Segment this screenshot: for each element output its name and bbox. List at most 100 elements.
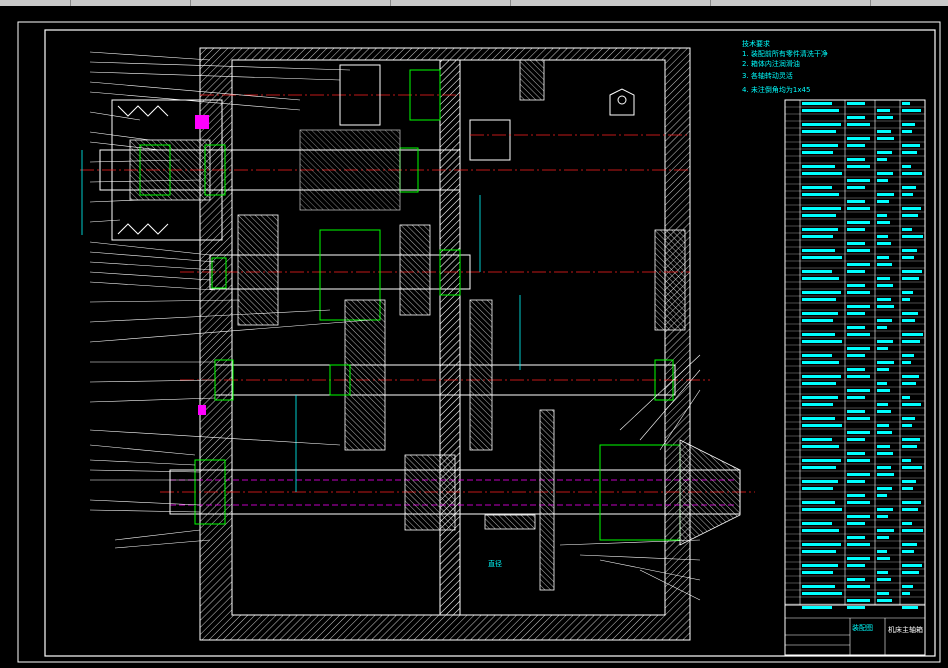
table-cell-text <box>877 389 890 392</box>
table-cell-text <box>802 298 836 301</box>
table-cell-text <box>902 445 917 448</box>
table-cell-text <box>902 354 914 357</box>
table-cell-text <box>802 396 838 399</box>
table-cell-text <box>802 487 833 490</box>
table-cell-text <box>902 144 920 147</box>
dimension-label: 直径 <box>488 559 502 568</box>
table-cell-text <box>802 214 836 217</box>
table-cell-text <box>847 284 865 287</box>
table-cell-text <box>802 438 832 441</box>
table-cell-text <box>802 109 839 112</box>
table-cell-text <box>877 151 892 154</box>
table-cell-text <box>847 494 865 497</box>
table-cell-text <box>902 529 923 532</box>
table-cell-text <box>802 256 842 259</box>
table-cell-text <box>877 158 887 161</box>
table-cell-text <box>902 487 913 490</box>
table-cell-text <box>847 396 865 399</box>
title-block-note: 装配图 <box>852 623 873 632</box>
table-cell-text <box>877 487 892 490</box>
table-cell-text <box>902 207 921 210</box>
table-cell-text <box>877 130 891 133</box>
gearbox-housing <box>199 47 691 641</box>
table-cell-text <box>847 501 870 504</box>
table-cell-text <box>877 179 888 182</box>
table-cell-text <box>802 543 841 546</box>
table-cell-text <box>847 417 870 420</box>
table-cell-text <box>902 585 913 588</box>
tech-note-title: 技术要求 <box>742 39 770 48</box>
table-cell-text <box>902 277 919 280</box>
table-cell-text <box>847 473 870 476</box>
table-cell-text <box>802 207 841 210</box>
table-cell-text <box>902 438 920 441</box>
table-cell-text <box>877 368 889 371</box>
table-cell-text <box>802 277 839 280</box>
table-cell-text <box>847 137 870 140</box>
table-cell-text <box>847 410 865 413</box>
table-cell-text <box>847 333 870 336</box>
table-cell-text <box>877 550 887 553</box>
drawing-name: 机床主轴箱 <box>888 625 923 634</box>
table-cell-text <box>877 305 894 308</box>
table-cell-text <box>877 193 894 196</box>
table-cell-text <box>902 186 916 189</box>
table-cell-text <box>877 578 891 581</box>
table-cell-text <box>847 102 865 105</box>
table-cell-text <box>847 326 865 329</box>
table-cell-text <box>877 529 894 532</box>
table-cell-text <box>877 424 889 427</box>
table-cell-text <box>877 284 893 287</box>
table-cell-text <box>802 417 835 420</box>
table-cell-text <box>847 249 870 252</box>
table-cell-text <box>802 592 842 595</box>
table-cell-text <box>802 466 836 469</box>
table-cell-text <box>847 522 865 525</box>
table-cell-text <box>902 151 917 154</box>
table-cell-text <box>847 515 870 518</box>
table-cell-text <box>847 347 870 350</box>
table-cell-text <box>877 382 887 385</box>
table-cell-text <box>802 130 836 133</box>
table-cell-text <box>877 340 893 343</box>
table-cell-text <box>847 263 870 266</box>
table-cell-text <box>847 438 865 441</box>
table-cell-text <box>802 564 838 567</box>
drawing-canvas: 技术要求 1. 装配前所有零件清洗干净 2. 箱体内注润滑油 3. 各轴转动灵活… <box>17 21 941 663</box>
table-cell-text <box>877 571 888 574</box>
table-cell-text <box>877 172 893 175</box>
table-cell-text <box>902 319 915 322</box>
table-cell-text <box>847 165 870 168</box>
table-cell-text <box>877 221 890 224</box>
table-cell-text <box>902 298 910 301</box>
table-cell-text <box>902 228 912 231</box>
table-cell-text <box>877 494 887 497</box>
table-cell-text <box>877 452 893 455</box>
table-cell-text <box>847 452 865 455</box>
table-cell-text <box>902 361 911 364</box>
table-cell-text <box>802 319 833 322</box>
cad-drawing-viewer[interactable]: 技术要求 1. 装配前所有零件清洗干净 2. 箱体内注润滑油 3. 各轴转动灵活… <box>0 0 948 668</box>
table-cell-text <box>847 354 865 357</box>
table-cell-text <box>847 242 865 245</box>
table-cell-text <box>802 186 832 189</box>
table-cell-text <box>802 375 841 378</box>
table-cell-text <box>847 186 865 189</box>
table-cell-text <box>847 536 865 539</box>
title-block: 装配图 机床主轴箱 <box>784 604 926 656</box>
table-cell-text <box>802 144 838 147</box>
table-cell-text <box>847 291 870 294</box>
table-cell-text <box>802 501 835 504</box>
table-cell-text <box>902 606 918 609</box>
table-cell-text <box>802 235 833 238</box>
tech-note-line: 4. 未注倒角均为1x45 <box>742 85 810 94</box>
table-cell-text <box>877 319 892 322</box>
table-cell-text <box>877 326 887 329</box>
table-cell-text <box>802 361 839 364</box>
table-cell-text <box>802 508 842 511</box>
table-cell-text <box>902 564 922 567</box>
table-cell-text <box>847 228 865 231</box>
table-cell-text <box>847 599 870 602</box>
table-cell-text <box>802 270 832 273</box>
table-cell-text <box>877 508 893 511</box>
